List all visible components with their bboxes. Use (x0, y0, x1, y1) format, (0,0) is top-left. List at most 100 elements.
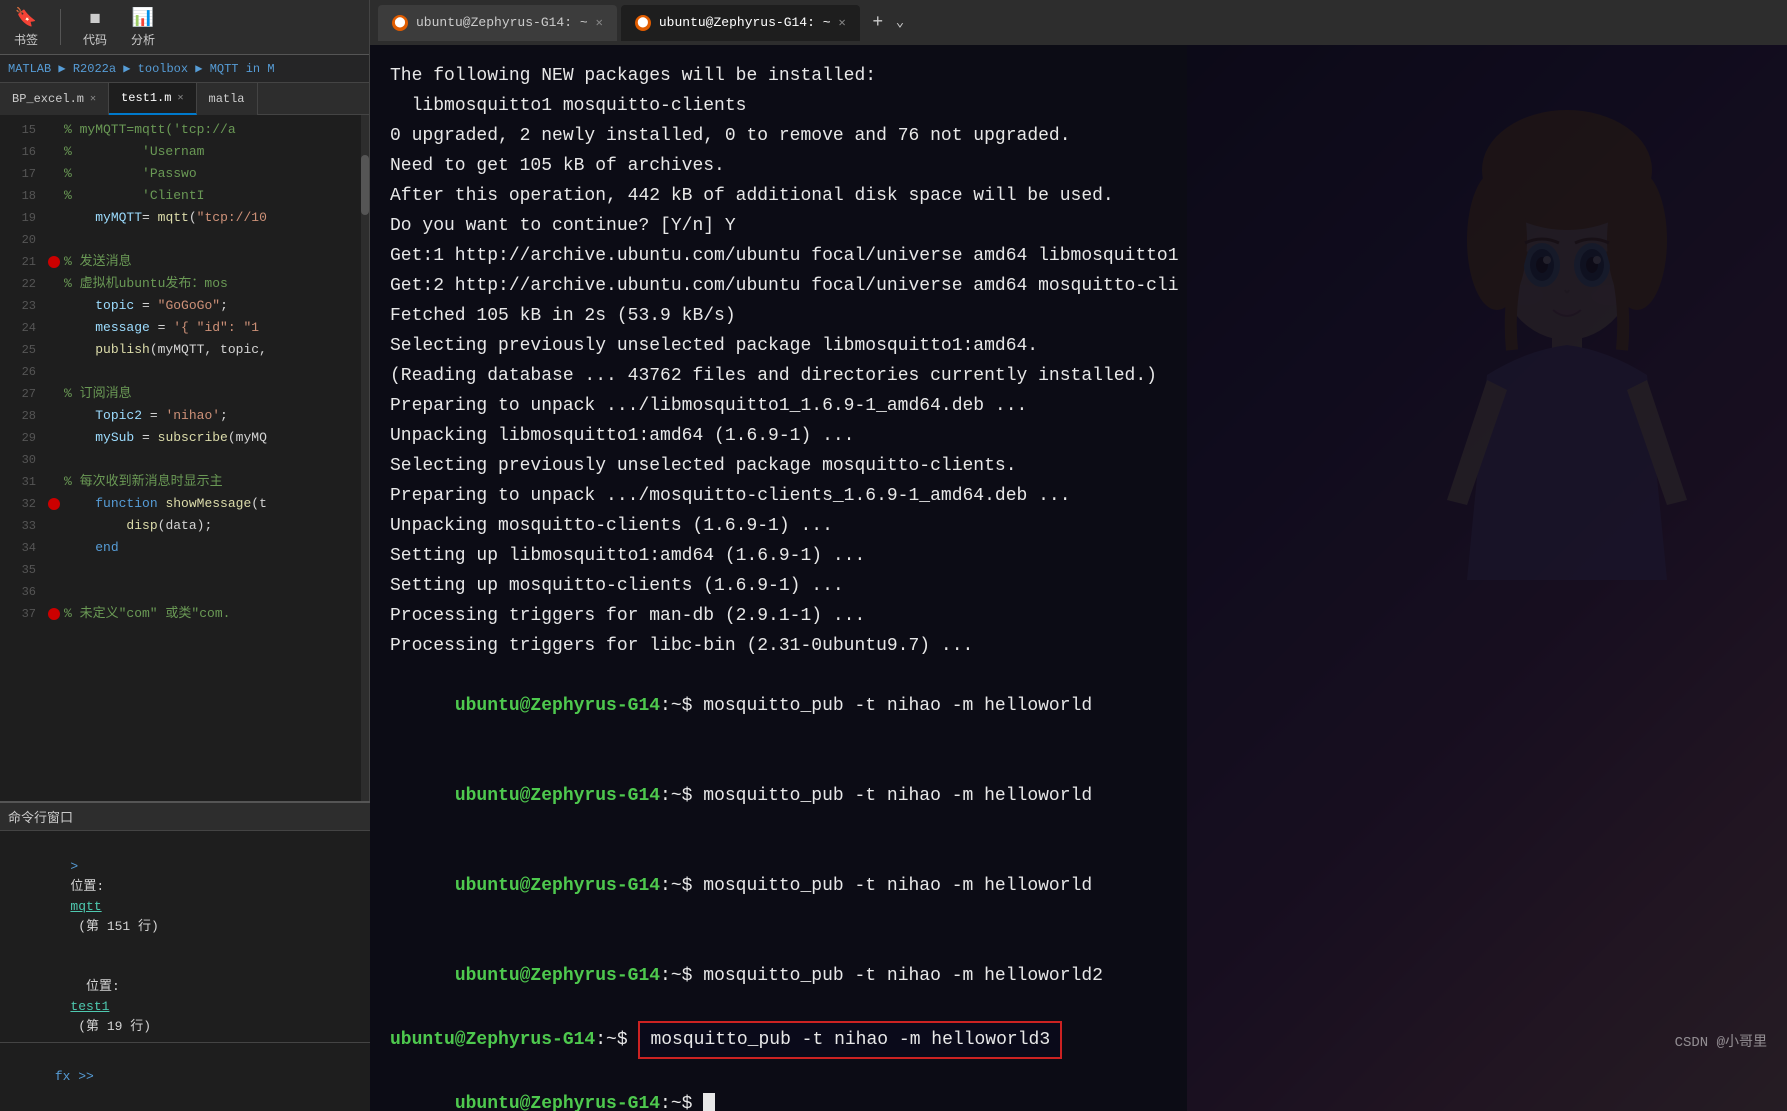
terminal-output[interactable]: The following NEW packages will be insta… (370, 45, 1787, 1111)
term-line-2: libmosquitto1 mosquitto-clients (390, 91, 1767, 121)
code-line-29: 29 mySub = subscribe(myMQ (0, 427, 369, 449)
terminal-icon-2: ⬤ (635, 15, 651, 31)
tab-test1[interactable]: test1.m ✕ (109, 83, 196, 115)
code-line-25: 25 publish(myMQTT, topic, (0, 339, 369, 361)
bp-20 (48, 234, 60, 246)
bp-36 (48, 586, 60, 598)
bookmark-label: 书签 (14, 31, 38, 48)
terminal-chevron[interactable]: ⌄ (896, 14, 904, 31)
code-line-36: 36 (0, 581, 369, 603)
bp-30 (48, 454, 60, 466)
term-line-10: Selecting previously unselected package … (390, 331, 1767, 361)
bp-26 (48, 366, 60, 378)
analysis-icon: 📊 (132, 7, 154, 29)
matlab-toolbar: 🔖 书签 ◼ 代码 📊 分析 (0, 0, 369, 55)
cmd-window-header: 命令行窗口 (0, 803, 370, 831)
code-line-22: 22 % 虚拟机ubuntu发布：mos (0, 273, 369, 295)
terminal-tab-2-label: ubuntu@Zephyrus-G14: ~ (659, 15, 831, 30)
term-line-6: Do you want to continue? [Y/n] Y (390, 211, 1767, 241)
bookmark-btn[interactable]: 🔖 书签 (8, 5, 44, 50)
breadcrumb-text: MATLAB ▶ R2022a ▶ toolbox ▶ MQTT in M (8, 61, 275, 76)
code-line-27: 27 % 订阅消息 (0, 383, 369, 405)
term-line-1: The following NEW packages will be insta… (390, 61, 1767, 91)
term-line-18: Setting up mosquitto-clients (1.6.9-1) .… (390, 571, 1767, 601)
bp-34 (48, 542, 60, 554)
terminal-tab-1-close[interactable]: ✕ (596, 15, 603, 30)
code-line-35: 35 (0, 559, 369, 581)
cmd-fx-prompt[interactable]: fx >> (0, 1042, 370, 1111)
code-icon: ◼ (90, 7, 101, 29)
term-line-13: Unpacking libmosquitto1:amd64 (1.6.9-1) … (390, 421, 1767, 451)
term-line-17: Setting up libmosquitto1:amd64 (1.6.9-1)… (390, 541, 1767, 571)
scrollbar-thumb (361, 155, 369, 215)
bp-25 (48, 344, 60, 356)
bookmark-icon: 🔖 (15, 7, 37, 29)
analysis-btn[interactable]: 📊 分析 (125, 5, 161, 50)
tab-test1-label: test1.m (121, 91, 171, 105)
bp-21[interactable] (48, 256, 60, 268)
bp-29 (48, 432, 60, 444)
term-line-3: 0 upgraded, 2 newly installed, 0 to remo… (390, 121, 1767, 151)
cmd-window-title: 命令行窗口 (8, 807, 73, 826)
code-label: 代码 (83, 31, 107, 48)
bp-32[interactable] (48, 498, 60, 510)
term-line-15: Preparing to unpack .../mosquitto-client… (390, 481, 1767, 511)
term-line-8: Get:2 http://archive.ubuntu.com/ubuntu f… (390, 271, 1767, 301)
tab-matla[interactable]: matla (197, 83, 258, 115)
bp-17 (48, 168, 60, 180)
term-cmd-4: ubuntu@Zephyrus-G14:~$ mosquitto_pub -t … (390, 931, 1767, 1021)
code-line-18: 18 % 'ClientI (0, 185, 369, 207)
code-line-34: 34 end (0, 537, 369, 559)
terminal-tab-bar: ⬤ ubuntu@Zephyrus-G14: ~ ✕ ⬤ ubuntu@Zeph… (370, 0, 1787, 45)
code-line-19: 19 myMQTT= mqtt("tcp://10 (0, 207, 369, 229)
code-line-37: 37 % 未定义"com" 或类"com. (0, 603, 369, 625)
code-line-20: 20 (0, 229, 369, 251)
term-line-4: Need to get 105 kB of archives. (390, 151, 1767, 181)
code-btn[interactable]: ◼ 代码 (77, 5, 113, 50)
cmd-link-mqtt[interactable]: mqtt (70, 899, 101, 914)
tab-bp-excel-label: BP_excel.m (12, 92, 84, 106)
new-terminal-btn[interactable]: + (864, 9, 892, 37)
cmd-line-1: > 位置: mqtt (第 151 行) (8, 837, 362, 957)
command-window: 命令行窗口 > 位置: mqtt (第 151 行) 位置: test1 (第 … (0, 801, 370, 1111)
bp-18 (48, 190, 60, 202)
tab-test1-close[interactable]: ✕ (177, 92, 183, 104)
code-line-26: 26 (0, 361, 369, 383)
term-line-7: Get:1 http://archive.ubuntu.com/ubuntu f… (390, 241, 1767, 271)
code-line-15: 15 % myMQTT=mqtt('tcp://a (0, 119, 369, 141)
cmd-link-test1-19[interactable]: test1 (70, 999, 109, 1014)
code-line-33: 33 disp(data); (0, 515, 369, 537)
watermark: CSDN @小哥里 (1675, 1031, 1767, 1051)
bp-31 (48, 476, 60, 488)
terminal-tab-1[interactable]: ⬤ ubuntu@Zephyrus-G14: ~ ✕ (378, 5, 617, 41)
term-line-12: Preparing to unpack .../libmosquitto1_1.… (390, 391, 1767, 421)
term-line-5: After this operation, 442 kB of addition… (390, 181, 1767, 211)
matlab-panel: 🔖 书签 ◼ 代码 📊 分析 MATLAB ▶ R2022a ▶ toolbox… (0, 0, 370, 1111)
term-cmd-3: ubuntu@Zephyrus-G14:~$ mosquitto_pub -t … (390, 841, 1767, 931)
watermark-text: CSDN @小哥里 (1675, 1035, 1767, 1051)
bp-28 (48, 410, 60, 422)
code-line-16: 16 % 'Usernam (0, 141, 369, 163)
tab-bp-excel[interactable]: BP_excel.m ✕ (0, 83, 109, 115)
analysis-label: 分析 (131, 31, 155, 48)
term-line-16: Unpacking mosquitto-clients (1.6.9-1) ..… (390, 511, 1767, 541)
code-line-24: 24 message = '{ "id": "1 (0, 317, 369, 339)
breadcrumb: MATLAB ▶ R2022a ▶ toolbox ▶ MQTT in M (0, 55, 369, 83)
cmd-fx-label: fx >> (55, 1069, 94, 1084)
bp-35 (48, 564, 60, 576)
code-line-32: 32 function showMessage(t (0, 493, 369, 515)
bp-37[interactable] (48, 608, 60, 620)
terminal-tab-2[interactable]: ⬤ ubuntu@Zephyrus-G14: ~ ✕ (621, 5, 860, 41)
terminal-tab-2-close[interactable]: ✕ (839, 15, 846, 30)
tab-bp-excel-close[interactable]: ✕ (90, 93, 96, 105)
term-cmd-1: ubuntu@Zephyrus-G14:~$ mosquitto_pub -t … (390, 661, 1767, 751)
term-line-14: Selecting previously unselected package … (390, 451, 1767, 481)
bp-33 (48, 520, 60, 532)
term-cmd-2: ubuntu@Zephyrus-G14:~$ mosquitto_pub -t … (390, 751, 1767, 841)
terminal-panel: ⬤ ubuntu@Zephyrus-G14: ~ ✕ ⬤ ubuntu@Zeph… (370, 0, 1787, 1111)
term-line-9: Fetched 105 kB in 2s (53.9 kB/s) (390, 301, 1767, 331)
bp-27 (48, 388, 60, 400)
bp-19 (48, 212, 60, 224)
bp-23 (48, 300, 60, 312)
term-cmd-6: ubuntu@Zephyrus-G14:~$ (390, 1059, 1767, 1111)
